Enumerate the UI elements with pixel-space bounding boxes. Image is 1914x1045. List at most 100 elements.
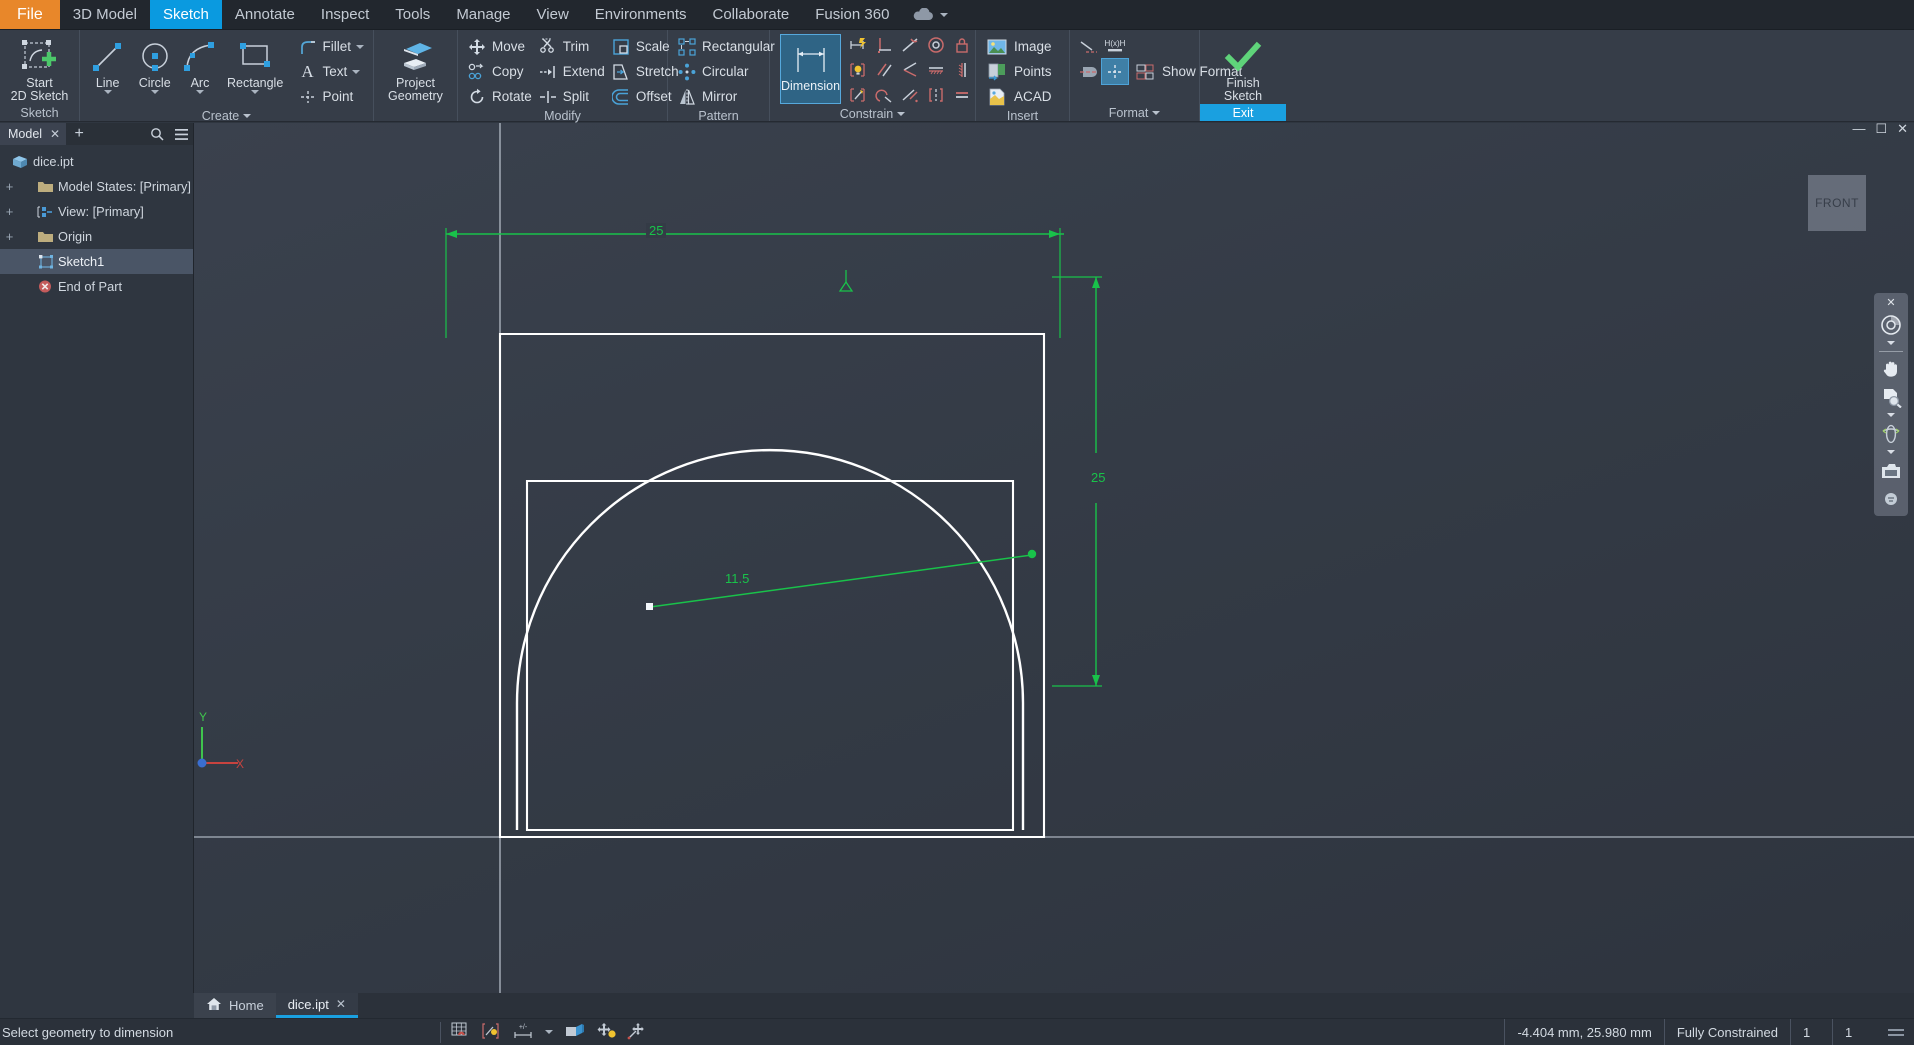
image-button[interactable]: Image (982, 34, 1055, 59)
circular-pattern-button[interactable]: Circular (674, 59, 778, 84)
show-constraints-icon[interactable] (845, 82, 871, 107)
fillet-button[interactable]: Fillet (295, 34, 368, 59)
snap-grid-icon[interactable] (451, 1022, 471, 1043)
rotate-button[interactable]: Rotate (464, 84, 535, 109)
navbar-more-icon[interactable] (1877, 486, 1905, 512)
center-point-icon[interactable] (1101, 58, 1129, 85)
concentric-constraint-icon[interactable] (923, 32, 949, 57)
chevron-down-icon[interactable] (150, 90, 159, 94)
chevron-down-icon[interactable] (1887, 341, 1895, 345)
symmetric-constraint-icon[interactable] (897, 82, 923, 107)
minimize-icon[interactable]: — (1852, 122, 1865, 135)
close-icon[interactable]: ✕ (1897, 122, 1908, 135)
tree-node-document[interactable]: dice.ipt (0, 149, 193, 174)
rectangle-button[interactable]: Rectangle (222, 34, 289, 94)
circle-button[interactable]: Circle (131, 34, 178, 94)
points-button[interactable]: Points (982, 59, 1055, 84)
orbit-icon[interactable] (1877, 421, 1905, 447)
perpendicular-constraint-icon[interactable] (871, 32, 897, 57)
close-icon[interactable]: ✕ (1886, 298, 1895, 309)
expand-icon[interactable]: + (4, 180, 15, 193)
close-icon[interactable]: ✕ (50, 127, 60, 141)
construction-line-icon[interactable] (1076, 34, 1102, 59)
chevron-down-icon[interactable] (1152, 110, 1161, 115)
acad-button[interactable]: ACAD (982, 84, 1055, 109)
extend-button[interactable]: Extend (535, 59, 608, 84)
chevron-down-icon[interactable] (243, 114, 252, 118)
view-cube[interactable]: FRONT (1808, 175, 1866, 231)
chevron-down-icon[interactable] (195, 90, 204, 94)
arc-button[interactable]: Arc (180, 34, 220, 94)
tab-sketch[interactable]: Sketch (149, 0, 222, 29)
add-browser-tab-button[interactable]: + (66, 123, 92, 145)
collinear-constraint-icon[interactable] (923, 82, 949, 107)
lock-constraint-icon[interactable] (949, 32, 975, 57)
tab-inspect[interactable]: Inspect (308, 0, 382, 29)
constraint-inference-icon[interactable] (481, 1022, 501, 1043)
close-icon[interactable]: ✕ (336, 997, 346, 1011)
tree-node-view[interactable]: + View: [Primary] (0, 199, 193, 224)
width-dimension-label[interactable]: 25 (646, 223, 667, 238)
dimension-display-icon[interactable]: +/- (511, 1022, 535, 1043)
finish-sketch-button[interactable]: Finish Sketch (1206, 34, 1280, 103)
chevron-down-icon[interactable] (545, 1030, 553, 1034)
smooth-constraint-icon[interactable] (871, 82, 897, 107)
pan-hand-icon[interactable] (1877, 356, 1905, 382)
tab-manage[interactable]: Manage (443, 0, 523, 29)
chevron-down-icon[interactable] (103, 90, 112, 94)
text-button[interactable]: A Text (295, 59, 368, 84)
browser-menu-icon[interactable] (169, 123, 193, 145)
tab-fusion-360[interactable]: Fusion 360 (802, 0, 902, 29)
chevron-down-icon[interactable] (352, 69, 361, 74)
line-button[interactable]: Line (86, 34, 129, 94)
construction-toggle-icon[interactable] (597, 1022, 617, 1043)
point-button[interactable]: Point (295, 84, 368, 109)
chevron-down-icon[interactable] (1887, 450, 1895, 454)
expand-icon[interactable] (4, 281, 15, 292)
restore-icon[interactable]: ☐ (1875, 122, 1887, 135)
search-icon[interactable] (145, 123, 169, 145)
equal-constraint-icon[interactable] (949, 82, 975, 107)
browser-tab-model[interactable]: Model ✕ (0, 123, 67, 145)
slice-graphics-icon[interactable] (563, 1022, 587, 1043)
steering-wheel-icon[interactable] (1877, 312, 1905, 338)
centerline-icon[interactable] (1076, 59, 1102, 84)
horizontal-constraint-icon[interactable] (923, 57, 949, 82)
look-at-camera-icon[interactable] (1877, 458, 1905, 484)
tab-3d-model[interactable]: 3D Model (60, 0, 150, 29)
start-2d-sketch-button[interactable]: Start 2D Sketch (6, 34, 73, 103)
trim-button[interactable]: Trim (535, 34, 608, 59)
dimension-button[interactable]: Dimension (780, 34, 842, 104)
expand-icon[interactable]: + (4, 230, 15, 243)
chevron-down-icon[interactable] (251, 90, 260, 94)
resize-grip[interactable] (1874, 1019, 1914, 1045)
driven-dimension-icon[interactable]: H(x)H (1102, 34, 1128, 59)
tangent-constraint-icon[interactable] (897, 32, 923, 57)
vertical-constraint-icon[interactable] (949, 57, 975, 82)
zoom-icon[interactable] (1877, 384, 1905, 410)
copy-button[interactable]: Copy (464, 59, 535, 84)
tree-node-model-states[interactable]: + Model States: [Primary] (0, 174, 193, 199)
move-button[interactable]: Move (464, 34, 535, 59)
radius-dimension-label[interactable]: 11.5 (722, 571, 753, 586)
project-geometry-button[interactable]: Project Geometry (380, 34, 451, 103)
tree-node-end-of-part[interactable]: End of Part (0, 274, 193, 299)
graphics-canvas[interactable]: Y X 25 25 11.5 FRONT ✕ (194, 123, 1914, 993)
file-menu-button[interactable]: File (0, 0, 60, 29)
tab-view[interactable]: View (524, 0, 582, 29)
height-dimension-label[interactable]: 25 (1089, 470, 1108, 485)
rectangular-pattern-button[interactable]: Rectangular (674, 34, 778, 59)
chevron-down-icon[interactable] (1887, 413, 1895, 417)
mirror-button[interactable]: Mirror (674, 84, 778, 109)
expand-icon[interactable] (4, 256, 15, 267)
tree-node-sketch1[interactable]: Sketch1 (0, 249, 193, 274)
document-tab-dice[interactable]: dice.ipt ✕ (275, 993, 358, 1018)
tab-annotate[interactable]: Annotate (222, 0, 308, 29)
parallel-constraint-icon[interactable] (871, 57, 897, 82)
chevron-down-icon[interactable] (356, 44, 365, 49)
expand-icon[interactable]: + (4, 205, 15, 218)
coincident-constraint-icon[interactable] (845, 32, 871, 57)
angle-constraint-icon[interactable] (897, 57, 923, 82)
tab-tools[interactable]: Tools (382, 0, 443, 29)
tab-environments[interactable]: Environments (582, 0, 700, 29)
